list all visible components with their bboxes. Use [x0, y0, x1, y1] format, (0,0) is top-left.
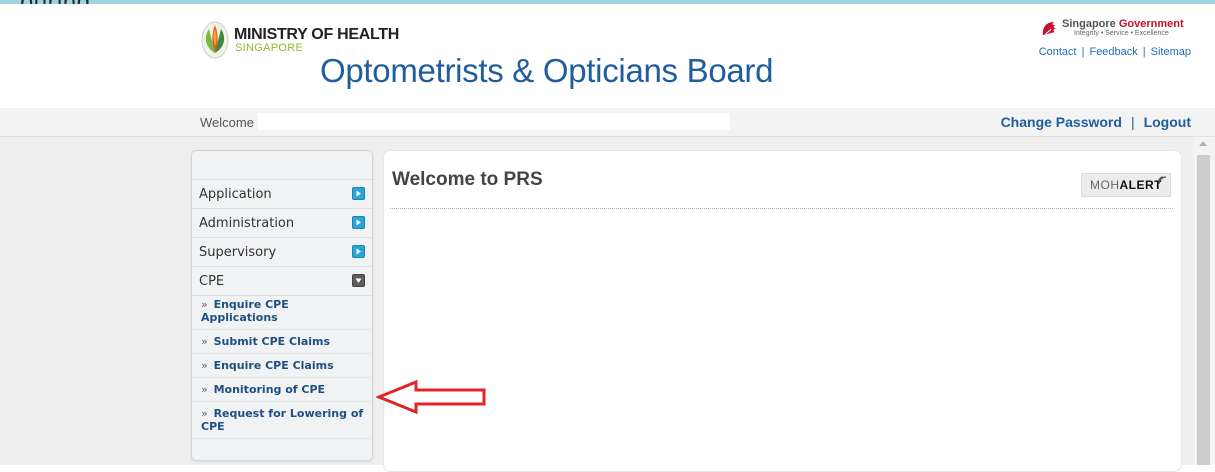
contact-link[interactable]: Contact — [1039, 46, 1077, 58]
account-link-separator: | — [1130, 114, 1135, 130]
lion-head-icon — [1042, 22, 1056, 36]
cpe-submenu: » Enquire CPE Applications » Submit CPE … — [192, 293, 372, 439]
moh-leaf-icon — [201, 21, 229, 59]
bullet-icon: » — [201, 335, 208, 348]
site-header: MINISTRY OF HEALTH SINGAPORE Optometrist… — [0, 4, 1215, 108]
bullet-icon: » — [201, 407, 208, 420]
moh-alert-button[interactable]: MOHALERT — [1081, 173, 1171, 197]
feedback-link[interactable]: Feedback — [1089, 46, 1137, 58]
sidebar-item-application[interactable]: Application — [192, 179, 372, 208]
expand-arrow-icon[interactable] — [352, 245, 365, 258]
submenu-item-label: Enquire CPE Applications — [201, 298, 289, 324]
main-content-panel: Welcome to PRS MOHALERT — [383, 150, 1182, 472]
sidebar-item-administration[interactable]: Administration — [192, 208, 372, 237]
ministry-country: SINGAPORE — [235, 42, 304, 54]
submenu-item-enquire-cpe-claims[interactable]: » Enquire CPE Claims — [192, 354, 372, 378]
logout-link[interactable]: Logout — [1144, 114, 1191, 130]
sidebar-item-label: Administration — [199, 216, 295, 231]
gov-name: Singapore Government — [1062, 18, 1184, 30]
moh-alert-prefix: MOH — [1090, 178, 1120, 192]
submenu-item-submit-cpe-claims[interactable]: » Submit CPE Claims — [192, 330, 372, 354]
sidebar-item-label: Application — [199, 187, 272, 202]
bullet-icon: » — [201, 359, 208, 372]
header-links: Contact | Feedback | Sitemap — [1039, 46, 1191, 58]
collapse-arrow-icon[interactable] — [352, 274, 365, 287]
submenu-item-label: Enquire CPE Claims — [213, 359, 334, 372]
submenu-item-label: Monitoring of CPE — [213, 383, 326, 396]
scrollbar-thumb[interactable] — [1197, 155, 1210, 465]
page-scrollbar[interactable] — [1193, 137, 1215, 465]
moh-alert-suffix: ALERT — [1119, 178, 1162, 192]
scroll-up-arrow-icon[interactable] — [1199, 141, 1207, 146]
singapore-government-logo: Singapore Government Integrity • Service… — [1040, 18, 1192, 42]
change-password-link[interactable]: Change Password — [1001, 114, 1122, 130]
welcome-label: Welcome — [200, 115, 254, 130]
sidebar-item-label: Supervisory — [199, 245, 277, 260]
bullet-icon: » — [201, 383, 208, 396]
page-title: Welcome to PRS — [392, 169, 543, 190]
expand-arrow-icon[interactable] — [352, 187, 365, 200]
submenu-item-monitoring-of-cpe[interactable]: » Monitoring of CPE — [192, 378, 372, 402]
welcome-name-field[interactable] — [258, 113, 730, 130]
link-separator: | — [1142, 46, 1146, 58]
signal-icon — [1158, 176, 1167, 185]
welcome-bar: Welcome Change Password | Logout — [0, 108, 1215, 137]
bullet-icon: » — [201, 298, 208, 311]
red-arrow-annotation-icon — [376, 380, 486, 414]
sitemap-link[interactable]: Sitemap — [1151, 46, 1191, 58]
account-links: Change Password | Logout — [1001, 114, 1191, 130]
submenu-item-label: Request for Lowering of CPE — [201, 407, 364, 433]
sidebar-item-cpe[interactable]: CPE — [192, 266, 372, 296]
submenu-item-request-lowering-of-cpe[interactable]: » Request for Lowering of CPE — [192, 402, 372, 439]
submenu-item-label: Submit CPE Claims — [213, 335, 331, 348]
sidebar-item-supervisory[interactable]: Supervisory — [192, 237, 372, 266]
board-title: Optometrists & Opticians Board — [320, 52, 774, 89]
main-menu-list: Application Administration Supervisory C… — [192, 179, 372, 296]
link-separator: | — [1081, 46, 1085, 58]
gov-motto: Integrity • Service • Excellence — [1074, 30, 1169, 37]
sidebar-item-label: CPE — [199, 274, 225, 289]
title-divider — [390, 208, 1173, 209]
expand-arrow-icon[interactable] — [352, 216, 365, 229]
submenu-item-enquire-cpe-applications[interactable]: » Enquire CPE Applications — [192, 293, 372, 330]
sidebar-menu: Application Administration Supervisory C… — [191, 150, 373, 461]
